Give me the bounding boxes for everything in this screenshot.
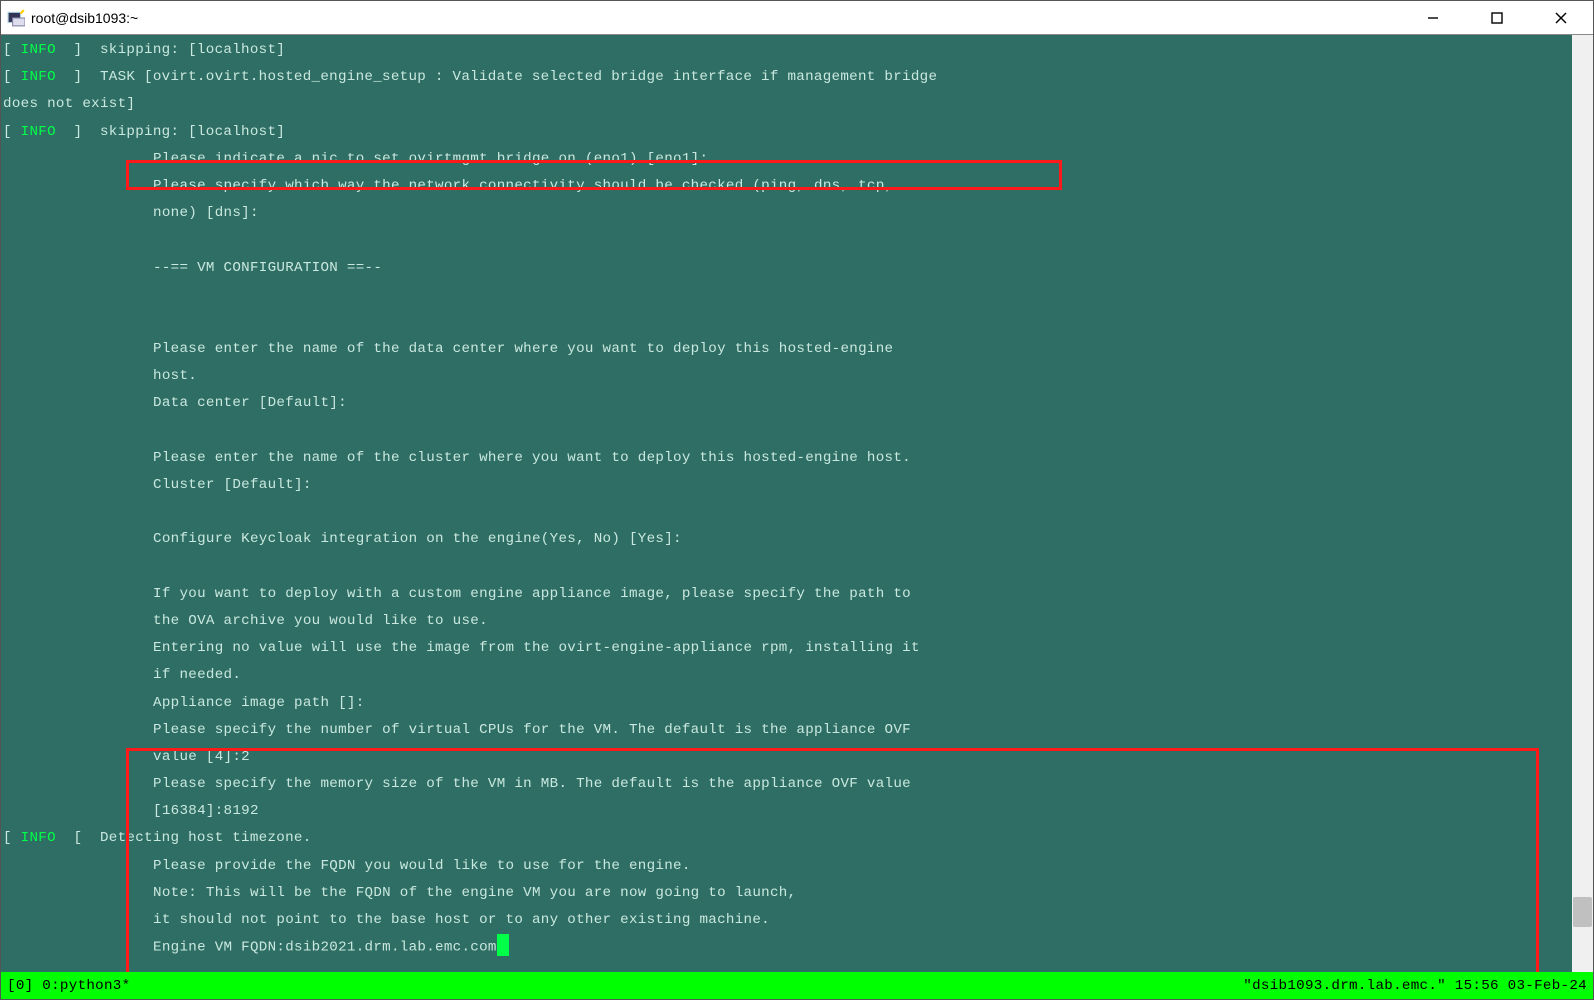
- prompt-vcpu: Please specify the number of virtual CPU…: [3, 717, 1591, 744]
- prompt-fqdn-note: Note: This will be the FQDN of the engin…: [3, 880, 1591, 907]
- window-controls: [1401, 1, 1593, 35]
- putty-icon: [7, 9, 25, 27]
- status-right: "dsib1093.drm.lab.emc." 15:56 03-Feb-24: [1243, 978, 1587, 994]
- prompt-datacenter-value: Data center [Default]:: [3, 390, 1591, 417]
- prompt-datacenter: Please enter the name of the data center…: [3, 336, 1591, 363]
- prompt-keycloak: Configure Keycloak integration on the en…: [3, 526, 1591, 553]
- terminal-cursor: [497, 934, 509, 956]
- status-left: [0] 0:python3*: [7, 978, 1243, 994]
- titlebar[interactable]: root@dsib1093:~: [1, 1, 1593, 35]
- prompt-fqdn-note2: it should not point to the base host or …: [3, 907, 1591, 934]
- scrollbar-thumb[interactable]: [1573, 897, 1592, 927]
- prompt-network-check: Please specify which way the network con…: [3, 173, 1591, 200]
- close-button[interactable]: [1529, 1, 1593, 35]
- prompt-appliance-path: Appliance image path []:: [3, 690, 1591, 717]
- scrollbar[interactable]: [1572, 35, 1593, 972]
- prompt-cluster: Please enter the name of the cluster whe…: [3, 445, 1591, 472]
- prompt-engine-fqdn-input[interactable]: Engine VM FQDN:dsib2021.drm.lab.emc.com: [3, 934, 1591, 961]
- blank-line: [3, 227, 1591, 254]
- prompt-ova-cont3: if needed.: [3, 662, 1591, 689]
- log-line: [ INFO ] skipping: [localhost]: [3, 119, 1591, 146]
- maximize-button[interactable]: [1465, 1, 1529, 35]
- prompt-ova-cont2: Entering no value will use the image fro…: [3, 635, 1591, 662]
- blank-line: [3, 554, 1591, 581]
- prompt-nic: Please indicate a nic to set ovirtmgmt b…: [3, 146, 1591, 173]
- window-title: root@dsib1093:~: [31, 10, 1401, 26]
- log-line: [ INFO ] skipping: [localhost]: [3, 37, 1591, 64]
- blank-line: [3, 499, 1591, 526]
- app-window: root@dsib1093:~ [ INFO ] skipping: [loca…: [0, 0, 1594, 1000]
- prompt-cluster-value: Cluster [Default]:: [3, 472, 1591, 499]
- minimize-button[interactable]: [1401, 1, 1465, 35]
- section-vm-configuration: --== VM CONFIGURATION ==--: [3, 255, 1591, 282]
- log-line: does not exist]: [3, 91, 1591, 118]
- log-line: [ INFO [ Detecting host timezone.: [3, 825, 1591, 852]
- prompt-datacenter-cont: host.: [3, 363, 1591, 390]
- prompt-memory: Please specify the memory size of the VM…: [3, 771, 1591, 798]
- prompt-network-check-cont: none) [dns]:: [3, 200, 1591, 227]
- blank-line: [3, 282, 1591, 309]
- prompt-memory-value: [16384]:8192: [3, 798, 1591, 825]
- prompt-ova-cont: the OVA archive you would like to use.: [3, 608, 1591, 635]
- tmux-statusbar: [0] 0:python3* "dsib1093.drm.lab.emc." 1…: [1, 972, 1593, 999]
- blank-line: [3, 309, 1591, 336]
- terminal-area[interactable]: [ INFO ] skipping: [localhost] [ INFO ] …: [1, 35, 1593, 972]
- blank-line: [3, 418, 1591, 445]
- log-line: [ INFO ] TASK [ovirt.ovirt.hosted_engine…: [3, 64, 1591, 91]
- prompt-vcpu-value: value [4]:2: [3, 744, 1591, 771]
- prompt-ova: If you want to deploy with a custom engi…: [3, 581, 1591, 608]
- prompt-fqdn: Please provide the FQDN you would like t…: [3, 853, 1591, 880]
